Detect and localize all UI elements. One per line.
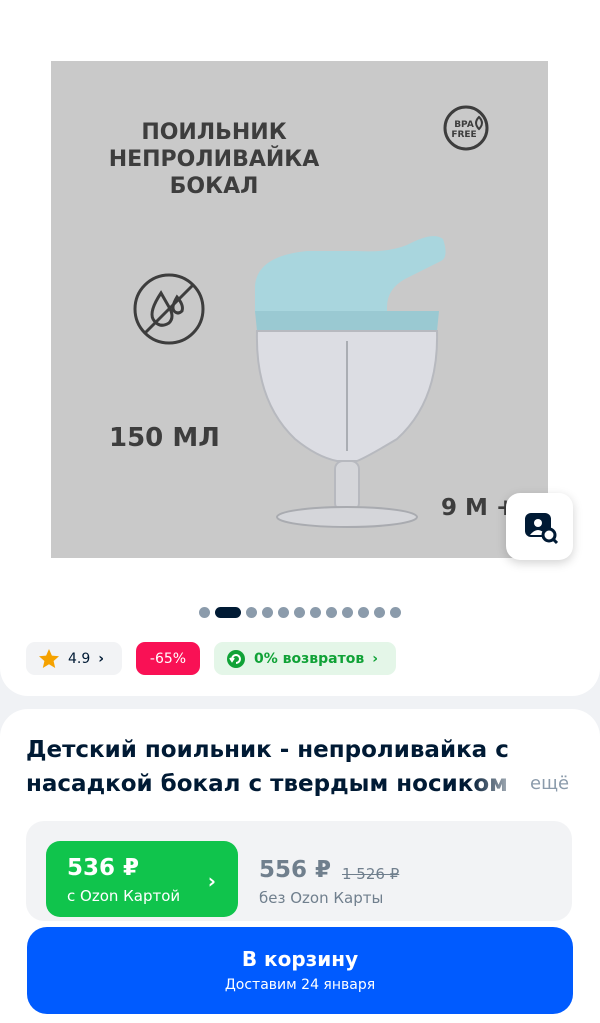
image-age: 9 М + [441,495,516,521]
image-pagination [0,607,600,618]
badge-row: 4.9 › -65% 0% возвратов › [26,642,396,675]
pagination-dot[interactable] [294,607,305,618]
rating-value: 4.9 [68,650,91,667]
product-page: ПОИЛЬНИК НЕПРОЛИВАЙКА БОКАЛ BPA FREE 150… [0,0,600,1023]
pagination-dot[interactable] [326,607,337,618]
pagination-dot[interactable] [374,607,385,618]
rating-chip[interactable]: 4.9 › [26,642,122,675]
image-volume: 150 МЛ [109,423,220,453]
pagination-dot[interactable] [358,607,369,618]
pagination-dot-active[interactable] [215,607,241,618]
pagination-dot[interactable] [246,607,257,618]
delivery-date: Доставим 24 января [224,977,376,993]
bpa-badge-top: BPA [454,120,474,130]
price-box: 536 ₽ с Ozon Картой › 556 ₽ 1 526 ₽ без … [26,821,572,921]
bpa-free-icon: BPA FREE [443,105,489,151]
returns-icon [227,649,245,668]
visual-search-button[interactable] [506,493,573,560]
regular-price-label: без Ozon Карты [259,889,384,907]
returns-chip[interactable]: 0% возвратов › [214,642,396,675]
product-cup-illustration [255,236,446,528]
gallery-card: ПОИЛЬНИК НЕПРОЛИВАЙКА БОКАЛ BPA FREE 150… [0,0,600,696]
image-caption-line: ПОИЛЬНИК [141,120,287,145]
pagination-dot[interactable] [262,607,273,618]
ozon-card-price: 536 ₽ [67,855,140,881]
chevron-right-icon: › [98,650,105,667]
pagination-dot[interactable] [390,607,401,618]
product-image[interactable]: ПОИЛЬНИК НЕПРОЛИВАЙКА БОКАЛ BPA FREE 150… [51,61,548,558]
no-drip-icon [133,273,205,345]
star-icon [39,648,59,668]
discount-value: -65% [149,650,187,667]
visual-search-icon [524,512,558,544]
pagination-dot[interactable] [278,607,289,618]
pagination-dot[interactable] [342,607,353,618]
chevron-right-icon: › [372,650,378,667]
regular-price: 556 ₽ [259,857,332,883]
old-price: 1 526 ₽ [342,865,400,883]
add-to-cart-button[interactable]: В корзину Доставим 24 января [27,927,573,1014]
ozon-card-price-button[interactable]: 536 ₽ с Ozon Картой › [46,841,238,917]
ozon-card-price-label: с Ozon Картой [67,887,181,905]
title-more-link[interactable]: ещё [530,773,569,794]
discount-chip: -65% [136,642,200,675]
add-to-cart-label: В корзину [241,947,359,971]
chevron-right-icon: › [207,869,216,893]
returns-label: 0% возвратов [254,650,365,667]
pagination-dot[interactable] [310,607,321,618]
title-fade [470,767,530,801]
bpa-badge-bottom: FREE [451,130,476,140]
pagination-dot[interactable] [199,607,210,618]
